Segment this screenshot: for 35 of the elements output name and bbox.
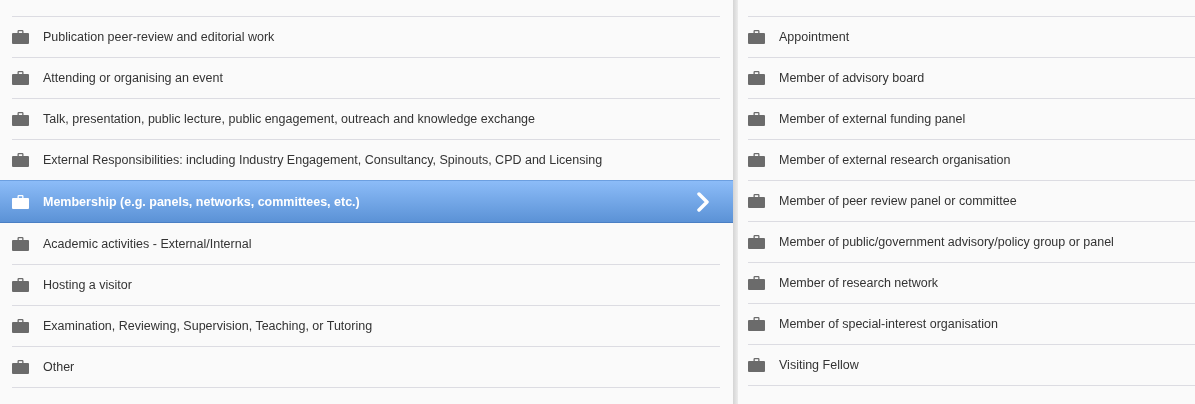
category-item[interactable]: Member of special-interest organisation [748, 303, 1195, 344]
briefcase-icon [748, 317, 765, 331]
briefcase-icon [12, 360, 29, 374]
category-item[interactable]: Member of external funding panel [748, 98, 1195, 139]
briefcase-icon [12, 153, 29, 167]
category-item[interactable]: Other [12, 346, 720, 388]
category-item[interactable]: Member of external research organisation [748, 139, 1195, 180]
briefcase-icon [748, 153, 765, 167]
category-item[interactable]: Member of public/government advisory/policy group or panel [748, 221, 1195, 262]
briefcase-icon [748, 235, 765, 249]
category-item[interactable]: Attending or organising an event [12, 57, 720, 98]
briefcase-icon [748, 30, 765, 44]
briefcase-icon [12, 236, 29, 251]
briefcase-icon [748, 112, 765, 126]
briefcase-icon [12, 194, 29, 209]
briefcase-icon [748, 358, 765, 372]
briefcase-icon [748, 276, 765, 290]
briefcase-icon [12, 71, 29, 85]
briefcase-icon [12, 319, 29, 333]
category-item[interactable]: Member of research network [748, 262, 1195, 303]
briefcase-icon [12, 278, 29, 292]
category-item[interactable]: Examination, Reviewing, Supervision, Teaching, or Tutoring [12, 305, 720, 346]
category-item[interactable]: Member of advisory board [748, 57, 1195, 98]
briefcase-icon [12, 30, 29, 44]
briefcase-icon [12, 112, 29, 126]
category-item[interactable]: Hosting a visitor [12, 264, 720, 305]
briefcase-icon [748, 194, 765, 208]
category-item[interactable]: Publication peer-review and editorial work [12, 16, 720, 57]
briefcase-icon [748, 71, 765, 85]
category-item[interactable]: Appointment [748, 16, 1195, 57]
chevron-right-icon [697, 191, 709, 212]
category-item[interactable]: Talk, presentation, public lecture, public engagement, outreach and knowledge exchange [12, 98, 720, 139]
category-item[interactable]: Visiting Fellow [748, 344, 1195, 386]
category-item[interactable]: Academic activities - External/Internal [12, 223, 720, 264]
category-item[interactable]: Member of peer review panel or committee [748, 180, 1195, 221]
